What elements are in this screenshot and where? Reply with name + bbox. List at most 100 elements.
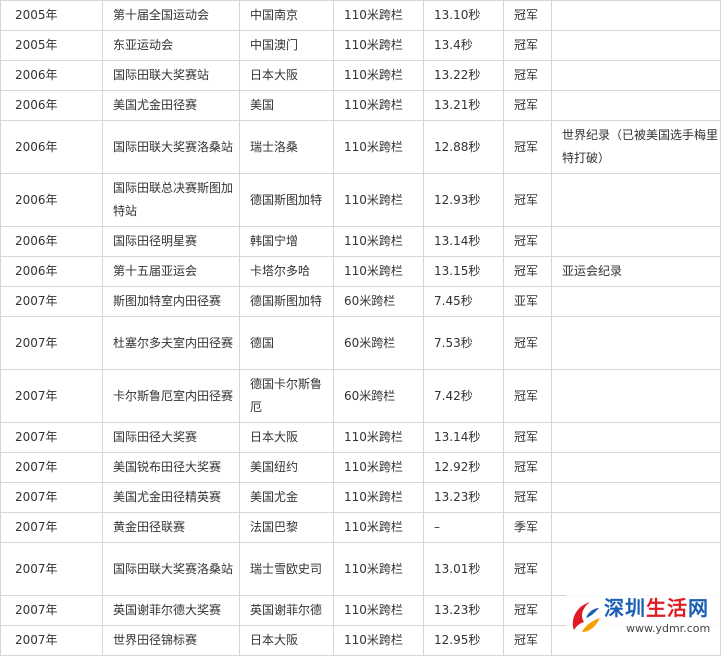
discipline-cell: 60米跨栏 [333,316,424,370]
time-cell: – [423,512,504,543]
place-cell: 冠军 [503,0,552,31]
place-cell: 冠军 [503,173,552,227]
location-cell: 瑞士雪欧史司 [239,542,334,596]
table-row: 2007年 美国锐布田径大奖赛 美国纽约 110米跨栏 12.92秒 冠军 [0,452,721,483]
note-cell [551,316,721,370]
table-row: 2005年 东亚运动会 中国澳门 110米跨栏 13.4秒 冠军 [0,30,721,61]
year-cell: 2006年 [0,60,103,91]
time-cell: 7.45秒 [423,286,504,317]
table-row: 2007年 卡尔斯鲁厄室内田径赛 德国卡尔斯鲁厄 60米跨栏 7.42秒 冠军 [0,369,721,423]
note-cell: 亚运会纪录 [551,256,721,287]
event-cell: 斯图加特室内田径赛 [102,286,240,317]
time-cell: 13.10秒 [423,0,504,31]
place-cell: 亚军 [503,286,552,317]
watermark-name-part1: 深圳 [604,596,646,620]
location-cell: 日本大阪 [239,422,334,453]
time-cell: 7.53秒 [423,316,504,370]
year-cell: 2007年 [0,482,103,513]
note-cell [551,173,721,227]
discipline-cell: 110米跨栏 [333,226,424,257]
watermark-name-part2: 生活 [646,596,688,620]
note-cell [551,452,721,483]
location-cell: 美国纽约 [239,452,334,483]
watermark-url: www.ydmr.com [626,622,711,635]
year-cell: 2007年 [0,625,103,656]
note-cell [551,286,721,317]
year-cell: 2006年 [0,256,103,287]
time-cell: 13.15秒 [423,256,504,287]
time-cell: 12.93秒 [423,173,504,227]
discipline-cell: 110米跨栏 [333,482,424,513]
year-cell: 2006年 [0,90,103,121]
place-cell: 冠军 [503,60,552,91]
discipline-cell: 110米跨栏 [333,542,424,596]
table-row: 2006年 国际田径明星赛 韩国宁增 110米跨栏 13.14秒 冠军 [0,226,721,257]
place-cell: 冠军 [503,542,552,596]
discipline-cell: 60米跨栏 [333,286,424,317]
discipline-cell: 110米跨栏 [333,422,424,453]
note-cell [551,30,721,61]
year-cell: 2007年 [0,452,103,483]
watermark-site-name: 深圳生活网 [604,596,709,620]
place-cell: 冠军 [503,120,552,174]
time-cell: 12.88秒 [423,120,504,174]
event-cell: 东亚运动会 [102,30,240,61]
watermark-name-part3: 网 [688,596,709,620]
results-table-body: 2005年 第十届全国运动会 中国南京 110米跨栏 13.10秒 冠军 2005年 东亚运动… [0,0,721,656]
year-cell: 2007年 [0,512,103,543]
note-cell [551,369,721,423]
location-cell: 日本大阪 [239,60,334,91]
discipline-cell: 110米跨栏 [333,625,424,656]
time-cell: 13.22秒 [423,60,504,91]
event-cell: 国际田联总决赛斯图加特站 [102,173,240,227]
discipline-cell: 110米跨栏 [333,30,424,61]
location-cell: 德国斯图加特 [239,173,334,227]
table-row: 2007年 国际田径大奖赛 日本大阪 110米跨栏 13.14秒 冠军 [0,422,721,453]
note-cell [551,422,721,453]
discipline-cell: 110米跨栏 [333,120,424,174]
year-cell: 2006年 [0,173,103,227]
event-cell: 美国尤金田径赛 [102,90,240,121]
year-cell: 2005年 [0,0,103,31]
discipline-cell: 110米跨栏 [333,595,424,626]
table-row: 2007年 国际田联大奖赛洛桑站 瑞士雪欧史司 110米跨栏 13.01秒 冠军 [0,542,721,596]
event-cell: 美国尤金田径精英赛 [102,482,240,513]
place-cell: 冠军 [503,452,552,483]
note-cell [551,482,721,513]
time-cell: 13.23秒 [423,595,504,626]
location-cell: 法国巴黎 [239,512,334,543]
time-cell: 13.14秒 [423,422,504,453]
location-cell: 日本大阪 [239,625,334,656]
place-cell: 冠军 [503,316,552,370]
event-cell: 黄金田径联赛 [102,512,240,543]
event-cell: 美国锐布田径大奖赛 [102,452,240,483]
note-cell [551,226,721,257]
place-cell: 冠军 [503,369,552,423]
location-cell: 德国 [239,316,334,370]
discipline-cell: 110米跨栏 [333,452,424,483]
event-cell: 英国谢菲尔德大奖赛 [102,595,240,626]
time-cell: 12.95秒 [423,625,504,656]
event-cell: 杜塞尔多夫室内田径赛 [102,316,240,370]
discipline-cell: 110米跨栏 [333,60,424,91]
time-cell: 13.23秒 [423,482,504,513]
location-cell: 美国尤金 [239,482,334,513]
discipline-cell: 110米跨栏 [333,512,424,543]
event-cell: 国际田联大奖赛洛桑站 [102,120,240,174]
table-row: 2007年 杜塞尔多夫室内田径赛 德国 60米跨栏 7.53秒 冠军 [0,316,721,370]
location-cell: 瑞士洛桑 [239,120,334,174]
time-cell: 13.21秒 [423,90,504,121]
discipline-cell: 110米跨栏 [333,256,424,287]
place-cell: 冠军 [503,90,552,121]
location-cell: 美国 [239,90,334,121]
location-cell: 中国澳门 [239,30,334,61]
site-watermark: 深圳生活网 www.ydmr.com [566,594,720,642]
discipline-cell: 110米跨栏 [333,90,424,121]
location-cell: 中国南京 [239,0,334,31]
time-cell: 7.42秒 [423,369,504,423]
year-cell: 2007年 [0,369,103,423]
note-cell [551,512,721,543]
time-cell: 13.01秒 [423,542,504,596]
place-cell: 冠军 [503,625,552,656]
event-cell: 卡尔斯鲁厄室内田径赛 [102,369,240,423]
